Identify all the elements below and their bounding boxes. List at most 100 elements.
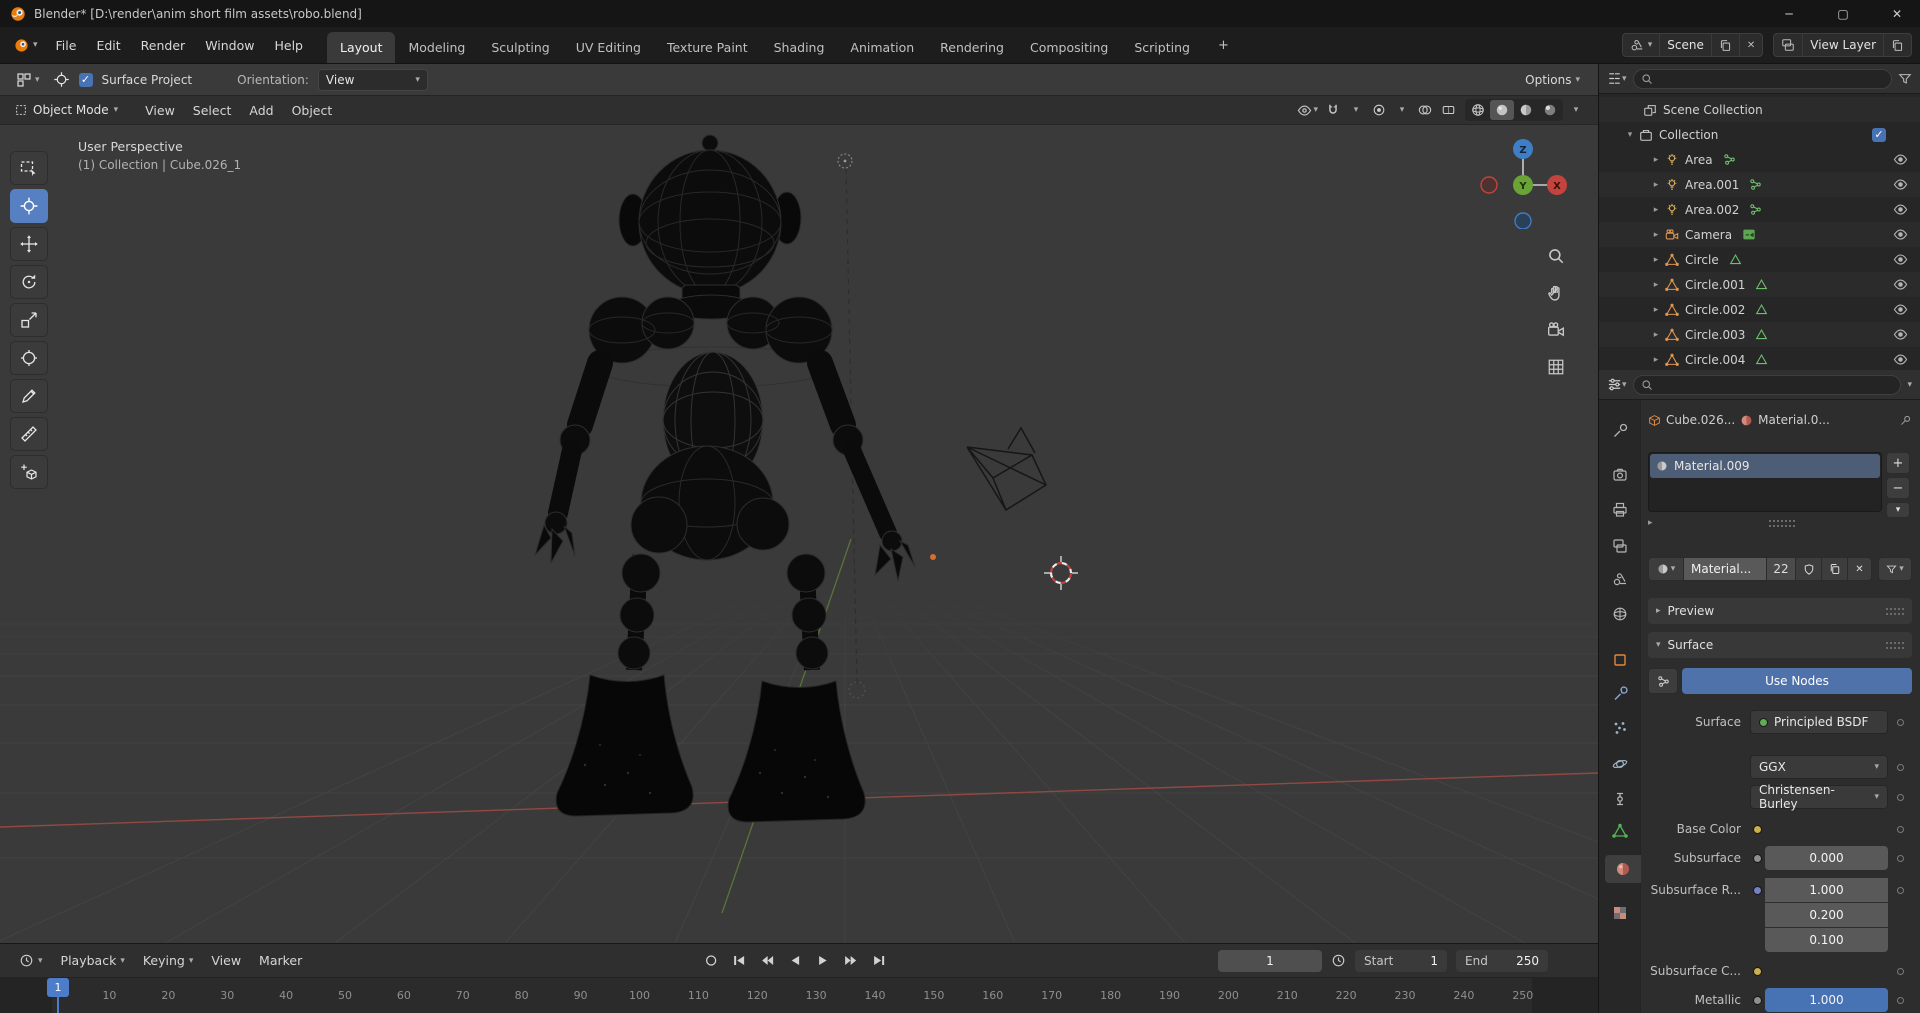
user-count-button[interactable]: 22: [1766, 557, 1796, 581]
expand-arrow[interactable]: ▸: [1649, 305, 1663, 315]
play-reverse-button[interactable]: [783, 950, 808, 972]
breadcrumb-material[interactable]: Material.0...: [1740, 413, 1830, 427]
workspace-tab[interactable]: Sculpting: [478, 32, 562, 63]
expand-arrow[interactable]: ▸: [1648, 518, 1653, 528]
decorator-dot[interactable]: [1888, 755, 1912, 779]
snap-toggle[interactable]: [1323, 99, 1343, 121]
xray-toggle[interactable]: [1438, 99, 1458, 121]
collection-checkbox[interactable]: ✓: [1872, 127, 1886, 142]
transform-tool[interactable]: [10, 341, 48, 375]
orientation-select[interactable]: View ▾: [317, 68, 428, 91]
shading-dropdown[interactable]: ▾: [1566, 99, 1586, 121]
snap-dropdown[interactable]: ▾: [1346, 99, 1366, 121]
material-filter-dropdown[interactable]: ▾: [1878, 557, 1912, 581]
visibility-dropdown[interactable]: ▾: [1295, 99, 1320, 121]
chevron-down-icon[interactable]: ▾: [1907, 380, 1912, 390]
properties-search-input[interactable]: [1632, 374, 1902, 395]
editor-type-dropdown[interactable]: ▾: [10, 950, 52, 971]
move-tool[interactable]: [10, 227, 48, 261]
outliner-object-row[interactable]: ▸ Circle.002: [1599, 297, 1920, 322]
timeline-popover[interactable]: Playback ▾: [52, 950, 134, 971]
browse-material-button[interactable]: ▾: [1648, 557, 1684, 581]
viewport-menu-item[interactable]: Select: [184, 100, 241, 121]
material-slot-list[interactable]: Material.009: [1648, 452, 1882, 512]
decorator-dot[interactable]: [1888, 710, 1912, 734]
timeline-menu-item[interactable]: View: [202, 950, 250, 971]
shading-wireframe-button[interactable]: [1466, 100, 1490, 120]
remove-slot-button[interactable]: −: [1886, 477, 1910, 499]
preview-section-header[interactable]: ▸ Preview: [1648, 598, 1912, 624]
proportional-dropdown[interactable]: ▾: [1392, 99, 1412, 121]
maximize-button[interactable]: ▢: [1820, 0, 1866, 27]
jump-to-end-button[interactable]: [867, 950, 892, 972]
add-workspace-button[interactable]: +: [1211, 36, 1236, 55]
use-nodes-button[interactable]: Use Nodes: [1682, 668, 1912, 694]
workspace-tab[interactable]: Texture Paint: [654, 32, 761, 63]
camera-view-icon[interactable]: [1543, 317, 1569, 343]
eye-icon[interactable]: [1893, 352, 1908, 367]
timeline-menu-item[interactable]: Marker: [250, 950, 311, 971]
material-name-field[interactable]: Material...: [1684, 557, 1766, 581]
add-slot-button[interactable]: +: [1886, 452, 1910, 474]
radius-value-field[interactable]: 0.200: [1765, 903, 1888, 927]
surface-shader-select[interactable]: Principled BSDF: [1750, 710, 1888, 734]
jump-to-start-button[interactable]: [727, 950, 752, 972]
expand-arrow[interactable]: ▸: [1649, 155, 1663, 165]
subsurface-method-select[interactable]: Christensen-Burley ▾: [1750, 783, 1888, 811]
properties-type-dropdown[interactable]: ▾: [1607, 377, 1627, 392]
start-frame-field[interactable]: Start 1: [1355, 949, 1447, 972]
tab-texture[interactable]: [1603, 899, 1637, 927]
minimize-button[interactable]: ─: [1766, 0, 1812, 27]
tab-tool[interactable]: [1603, 417, 1637, 445]
add-cube-tool[interactable]: [10, 455, 48, 489]
cursor-tool[interactable]: [10, 189, 48, 223]
new-view-layer-button[interactable]: [1883, 34, 1911, 56]
timeline-popover[interactable]: Keying ▾: [134, 950, 203, 971]
subsurface-slider[interactable]: 0.000: [1765, 846, 1888, 870]
scene-collection-row[interactable]: Scene Collection: [1599, 97, 1920, 122]
eye-icon[interactable]: [1893, 227, 1908, 242]
eye-icon[interactable]: [1893, 277, 1908, 292]
options-dropdown[interactable]: Options ▾: [1525, 73, 1586, 87]
end-frame-field[interactable]: End 250: [1456, 949, 1548, 972]
outliner-type-dropdown[interactable]: ▾: [1607, 71, 1627, 86]
outliner-object-row[interactable]: ▸ Circle: [1599, 247, 1920, 272]
workspace-tab[interactable]: Scripting: [1121, 32, 1203, 63]
expand-arrow[interactable]: ▸: [1649, 230, 1663, 240]
decorator-dot[interactable]: [1888, 878, 1912, 902]
tab-material[interactable]: [1605, 855, 1641, 883]
eye-icon[interactable]: [1893, 327, 1908, 342]
breadcrumb-object[interactable]: Cube.026...: [1648, 413, 1735, 427]
distribution-select[interactable]: GGX ▾: [1750, 755, 1888, 779]
overlays-toggle[interactable]: [1415, 99, 1435, 121]
expand-arrow[interactable]: ▸: [1649, 355, 1663, 365]
outliner-object-row[interactable]: ▸ Area: [1599, 147, 1920, 172]
eye-icon[interactable]: [1893, 252, 1908, 267]
outliner-object-row[interactable]: ▸ Area.001: [1599, 172, 1920, 197]
menu-item[interactable]: Edit: [86, 34, 130, 57]
tab-object-data[interactable]: [1603, 817, 1637, 845]
shading-rendered-button[interactable]: [1538, 100, 1562, 120]
fake-user-button[interactable]: [1796, 557, 1822, 581]
tab-world[interactable]: [1603, 600, 1637, 628]
material-slot-item[interactable]: Material.009: [1650, 454, 1880, 478]
new-scene-button[interactable]: [1710, 34, 1739, 56]
next-keyframe-button[interactable]: [839, 950, 864, 972]
shading-material-button[interactable]: [1514, 100, 1538, 120]
workspace-tab[interactable]: UV Editing: [563, 32, 654, 63]
tab-particles[interactable]: [1603, 714, 1637, 742]
viewport-menu-item[interactable]: Add: [240, 100, 282, 121]
unlink-scene-button[interactable]: ✕: [1738, 34, 1762, 56]
outliner-object-row[interactable]: ▸ Circle.001: [1599, 272, 1920, 297]
app-menu-button[interactable]: ▾: [6, 38, 46, 53]
expand-arrow[interactable]: ▸: [1649, 205, 1663, 215]
workspace-tab[interactable]: Compositing: [1017, 32, 1121, 63]
tab-modifiers[interactable]: [1603, 680, 1637, 708]
expand-arrow[interactable]: ▾: [1623, 130, 1637, 140]
decorator-dot[interactable]: [1888, 988, 1912, 1012]
auto-keyframe-toggle[interactable]: [699, 950, 724, 972]
expand-arrow[interactable]: ▸: [1649, 330, 1663, 340]
unlink-material-button[interactable]: ✕: [1848, 557, 1872, 581]
eye-icon[interactable]: [1893, 302, 1908, 317]
workspace-tab[interactable]: Shading: [761, 32, 838, 63]
